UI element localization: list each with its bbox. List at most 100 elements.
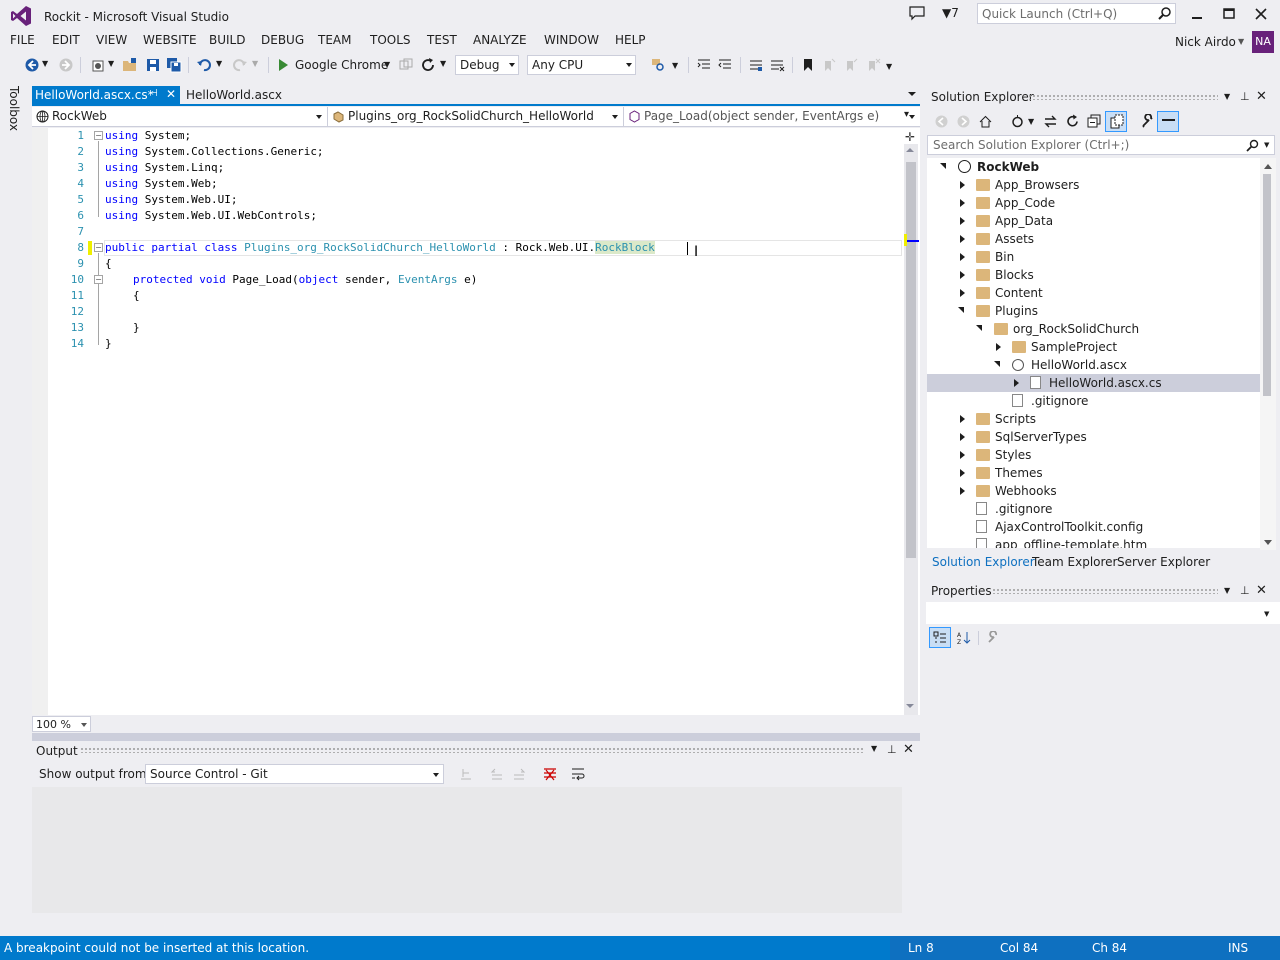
tree-item[interactable]: Plugins (927, 302, 1264, 320)
expanded-arrow-icon[interactable] (958, 307, 964, 313)
outline-collapse-toggle[interactable]: − (94, 243, 103, 252)
menu-tools[interactable]: TOOLS (370, 33, 411, 47)
tab-solution-explorer[interactable]: Solution Explorer (932, 555, 1035, 569)
status-insert-mode[interactable]: INS (1228, 941, 1248, 955)
editor-scroll-thumb[interactable] (906, 162, 916, 558)
tree-item[interactable]: HelloWorld.ascx (927, 356, 1264, 374)
collapsed-arrow-icon[interactable] (960, 415, 965, 423)
alphabetical-icon[interactable]: AZ (957, 631, 971, 645)
pin-icon[interactable]: ⊥ (1240, 90, 1250, 103)
output-source-combo[interactable]: Source Control - Git (145, 764, 444, 784)
find-message-in-code-icon[interactable] (459, 767, 473, 781)
properties-object-combo[interactable]: ▼ (926, 602, 1280, 624)
toggle-word-wrap-icon[interactable] (570, 766, 586, 782)
indent-icon[interactable] (696, 57, 712, 73)
tab-helloworld-ascx-cs[interactable]: HelloWorld.ascx.cs* ⊣ ✕ (32, 86, 180, 105)
window-position-dropdown-icon[interactable]: ▼ (1224, 586, 1230, 595)
find-dropdown-icon[interactable]: ▼ (672, 61, 688, 77)
show-all-files-button[interactable] (1105, 111, 1127, 132)
tree-item[interactable]: .gitignore (927, 392, 1264, 410)
menu-view[interactable]: VIEW (96, 33, 127, 47)
configuration-combo[interactable]: Debug (455, 55, 519, 75)
collapsed-arrow-icon[interactable] (960, 469, 965, 477)
pending-changes-filter-icon[interactable] (1010, 114, 1025, 129)
expanded-arrow-icon[interactable] (976, 325, 982, 331)
code-editor[interactable]: 1 2 3 4 5 6 7 8 9 10 11 12 13 14 − − − u… (32, 128, 920, 715)
navigate-forward-icon[interactable] (58, 57, 74, 73)
close-icon[interactable]: ✕ (1256, 583, 1267, 598)
navigate-back-icon[interactable] (24, 57, 40, 73)
scroll-up-icon[interactable] (1264, 164, 1272, 169)
feedback-flag[interactable]: ▼7 (942, 6, 959, 20)
previous-message-icon[interactable] (490, 767, 504, 781)
tree-item[interactable]: Webhooks (927, 482, 1264, 500)
outline-collapse-toggle[interactable]: − (94, 131, 103, 140)
tree-item[interactable]: Blocks (927, 266, 1264, 284)
toolbar-overflow-icon[interactable]: ▼ (886, 62, 902, 78)
tab-helloworld-ascx[interactable]: HelloWorld.ascx (180, 86, 300, 105)
save-all-icon[interactable] (166, 57, 182, 73)
property-pages-wrench-icon[interactable] (986, 631, 1000, 645)
project-combo[interactable]: RockWeb (32, 107, 328, 127)
indicator-margin[interactable] (32, 128, 48, 715)
refresh-dropdown-icon[interactable]: ▼ (440, 59, 456, 75)
tree-item[interactable]: app_offline-template.htm (927, 536, 1264, 548)
panel-grip[interactable] (992, 588, 1218, 594)
avatar[interactable]: NA (1252, 31, 1274, 53)
forward-icon[interactable] (956, 114, 971, 129)
properties-wrench-icon[interactable] (1140, 114, 1155, 129)
refresh-icon[interactable] (1065, 114, 1080, 129)
collapsed-arrow-icon[interactable] (960, 487, 965, 495)
split-window-icon[interactable]: ▾ (904, 109, 909, 120)
tab-server-explorer[interactable]: Server Explorer (1117, 555, 1210, 569)
menu-team[interactable]: TEAM (318, 33, 351, 47)
menu-analyze[interactable]: ANALYZE (473, 33, 527, 47)
filter-dropdown-icon[interactable]: ▼ (1028, 117, 1043, 132)
redo-icon[interactable] (232, 57, 248, 73)
undo-icon[interactable] (196, 57, 212, 73)
close-icon[interactable]: ✕ (166, 87, 176, 101)
preview-selected-button[interactable] (1157, 111, 1179, 132)
tree-item[interactable]: .gitignore (927, 500, 1264, 518)
collapsed-arrow-icon[interactable] (960, 451, 965, 459)
next-message-icon[interactable] (512, 767, 526, 781)
menu-debug[interactable]: DEBUG (261, 33, 304, 47)
collapsed-arrow-icon[interactable] (960, 253, 965, 261)
clear-bookmarks-icon[interactable] (865, 57, 881, 73)
member-combo[interactable]: Page_Load(object sender, EventArgs e) (624, 107, 920, 127)
expanded-arrow-icon[interactable] (994, 361, 1000, 367)
undo-dropdown-icon[interactable]: ▼ (216, 59, 232, 75)
collapsed-arrow-icon[interactable] (960, 181, 965, 189)
solution-explorer-search-input[interactable]: Search Solution Explorer (Ctrl+;) ▼ (927, 135, 1275, 155)
toolbox-tab[interactable]: Toolbox (7, 86, 21, 131)
menu-file[interactable]: FILE (10, 33, 35, 47)
clear-all-icon[interactable] (542, 766, 558, 782)
bookmark-icon[interactable] (800, 57, 816, 73)
back-icon[interactable] (934, 114, 949, 129)
refresh-icon[interactable] (420, 57, 436, 73)
user-name[interactable]: Nick Airdo (1175, 35, 1236, 49)
quick-launch-input[interactable]: Quick Launch (Ctrl+Q) (977, 3, 1176, 24)
tree-item[interactable]: Scripts (927, 410, 1264, 428)
scroll-down-icon[interactable] (1264, 540, 1272, 545)
sync-active-document-icon[interactable] (1043, 114, 1058, 129)
collapse-all-icon[interactable] (1087, 114, 1102, 129)
tree-item[interactable]: AjaxControlToolkit.config (927, 518, 1264, 536)
pin-icon[interactable]: ⊥ (887, 743, 897, 756)
solution-tree-scroll-thumb[interactable] (1263, 174, 1271, 396)
type-combo[interactable]: Plugins_org_RockSolidChurch_HelloWorld (328, 107, 624, 127)
comment-lines-icon[interactable] (748, 57, 764, 73)
tree-item[interactable]: Content (927, 284, 1264, 302)
menu-help[interactable]: HELP (615, 33, 646, 47)
tree-item[interactable]: HelloWorld.ascx.cs (927, 374, 1264, 392)
browser-link-icon[interactable] (398, 57, 414, 73)
search-options-dropdown-icon[interactable]: ▼ (1264, 141, 1269, 149)
outdent-icon[interactable] (717, 57, 733, 73)
tree-item[interactable]: App_Code (927, 194, 1264, 212)
tree-item[interactable]: SqlServerTypes (927, 428, 1264, 446)
close-icon[interactable]: ✕ (903, 742, 914, 757)
redo-dropdown-icon[interactable]: ▼ (252, 59, 268, 75)
tree-item[interactable]: Assets (927, 230, 1264, 248)
active-files-dropdown-icon[interactable] (908, 92, 916, 96)
categorized-button[interactable] (929, 627, 951, 648)
